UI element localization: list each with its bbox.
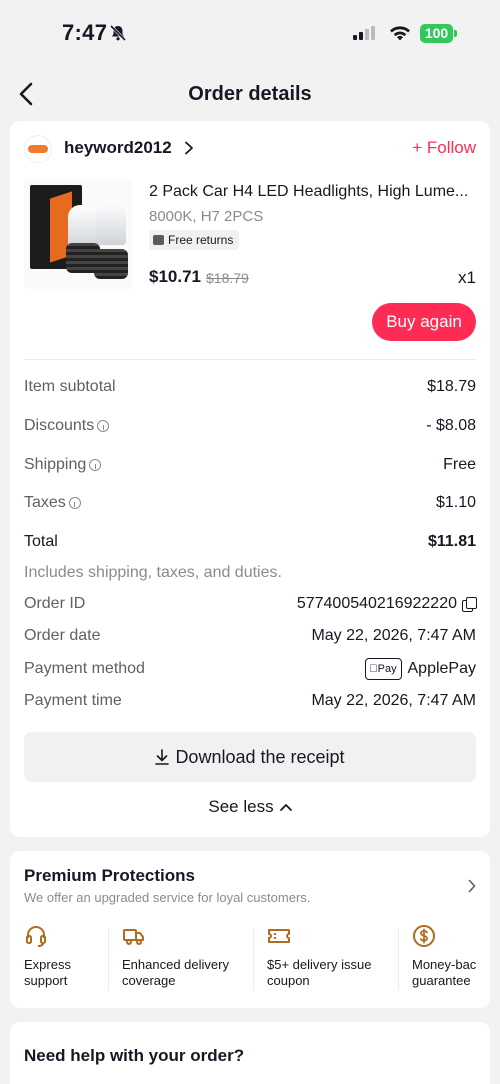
item-subtotal-value: $18.79 xyxy=(427,378,476,395)
taxes-row: Taxes $1.10 xyxy=(24,494,476,518)
product-quantity: x1 xyxy=(458,268,476,287)
help-title: Need help with your order? xyxy=(24,1046,245,1065)
chevron-right-icon[interactable] xyxy=(184,141,194,155)
divider xyxy=(108,928,109,990)
truck-icon xyxy=(123,929,144,945)
follow-button[interactable]: + Follow xyxy=(412,138,476,158)
feature-label: Enhanced delivery coverage xyxy=(122,957,229,988)
status-bar: 7:47 100 xyxy=(0,0,500,64)
see-less-label: See less xyxy=(208,797,274,816)
divider xyxy=(253,928,254,990)
feature-label: Money-bac guarantee xyxy=(412,957,477,988)
total-label: Total xyxy=(24,533,58,550)
taxes-label: Taxes xyxy=(24,494,66,511)
product-title[interactable]: 2 Pack Car H4 LED Headlights, High Lume.… xyxy=(149,183,479,201)
divider xyxy=(398,928,399,990)
info-icon[interactable] xyxy=(89,459,102,471)
free-returns-label: Free returns xyxy=(168,233,234,247)
help-card[interactable]: Need help with your order? xyxy=(10,1022,490,1084)
discounts-value: - $8.08 xyxy=(426,417,476,434)
order-id-row: Order ID 577400540216922220 xyxy=(24,595,477,619)
taxes-value: $1.10 xyxy=(435,494,476,511)
see-less-button[interactable]: See less xyxy=(10,797,490,817)
nav-bar: Order details xyxy=(0,64,500,122)
feature-label: $5+ delivery issue coupon xyxy=(267,957,372,988)
order-date-row: Order date May 22, 2026, 7:47 AM xyxy=(24,627,476,651)
return-box-icon xyxy=(153,235,164,245)
feature-express-support[interactable]: Express support xyxy=(24,924,108,994)
order-card: heyword2012 + Follow 2 Pack Car H4 LED H… xyxy=(10,121,490,837)
premium-features: Express support Enhanced delivery covera… xyxy=(10,924,490,994)
feature-delivery-coupon[interactable]: $5+ delivery issue coupon xyxy=(267,924,393,994)
bell-muted-icon xyxy=(109,24,127,42)
page-title: Order details xyxy=(188,83,312,105)
download-receipt-label: Download the receipt xyxy=(175,746,345,767)
item-subtotal-label: Item subtotal xyxy=(24,378,116,395)
free-returns-badge: Free returns xyxy=(149,230,240,250)
item-subtotal-row: Item subtotal $18.79 xyxy=(24,378,476,402)
info-icon[interactable] xyxy=(68,497,81,509)
buy-again-button[interactable]: Buy again xyxy=(372,303,476,341)
coupon-icon xyxy=(268,929,290,943)
order-date-label: Order date xyxy=(24,627,101,644)
feature-enhanced-delivery[interactable]: Enhanced delivery coverage xyxy=(122,924,252,994)
order-id-value: 577400540216922220 xyxy=(296,595,457,612)
payment-time-value: May 22, 2026, 7:47 AM xyxy=(311,692,476,709)
feature-label: Express support xyxy=(24,957,71,988)
feature-money-back[interactable]: Money-bac guarantee xyxy=(412,924,478,994)
payment-method-row: Payment method Pay ApplePay xyxy=(24,658,476,682)
total-value: $11.81 xyxy=(427,533,476,550)
shipping-row: Shipping Free xyxy=(24,456,476,480)
premium-subtitle: We offer an upgraded service for loyal c… xyxy=(24,890,311,905)
shipping-value: Free xyxy=(443,456,476,473)
payment-time-label: Payment time xyxy=(24,692,122,709)
premium-protections-card[interactable]: Premium Protections We offer an upgraded… xyxy=(10,851,490,1008)
dollar-circle-icon xyxy=(413,925,435,947)
download-icon xyxy=(155,749,170,765)
premium-title: Premium Protections xyxy=(24,866,195,885)
order-date-value: May 22, 2026, 7:47 AM xyxy=(311,627,476,644)
total-row: Total $11.81 xyxy=(24,533,476,557)
product-image[interactable] xyxy=(24,179,132,289)
seller-row: heyword2012 + Follow xyxy=(24,135,476,163)
status-time: 7:47 xyxy=(62,20,108,45)
includes-note: Includes shipping, taxes, and duties. xyxy=(24,564,282,581)
shipping-label: Shipping xyxy=(24,456,87,473)
info-icon[interactable] xyxy=(97,420,110,432)
product-variant: 8000K, H7 2PCS xyxy=(149,208,264,225)
chevron-right-icon[interactable] xyxy=(468,879,476,893)
payment-time-row: Payment time May 22, 2026, 7:47 AM xyxy=(24,692,476,716)
chevron-up-icon xyxy=(279,804,292,811)
headset-icon xyxy=(26,926,46,947)
cellular-signal-icon xyxy=(353,26,375,40)
discounts-label: Discounts xyxy=(24,417,95,434)
apple-pay-icon: Pay xyxy=(364,658,402,680)
seller-name[interactable]: heyword2012 xyxy=(64,138,172,158)
copy-icon[interactable] xyxy=(462,597,477,612)
discounts-row: Discounts - $8.08 xyxy=(24,417,476,441)
divider xyxy=(24,359,476,360)
product-price: $10.71 xyxy=(149,267,201,286)
battery-tip xyxy=(454,30,457,37)
payment-method-label: Payment method xyxy=(24,660,145,677)
seller-logo[interactable] xyxy=(24,135,52,163)
download-receipt-button[interactable]: Download the receipt xyxy=(24,732,476,782)
battery-icon: 100 xyxy=(420,24,453,43)
wifi-icon xyxy=(390,26,410,41)
product-original-price: $18.79 xyxy=(206,270,249,286)
order-id-label: Order ID xyxy=(24,595,86,612)
payment-method-value: ApplePay xyxy=(407,660,477,677)
